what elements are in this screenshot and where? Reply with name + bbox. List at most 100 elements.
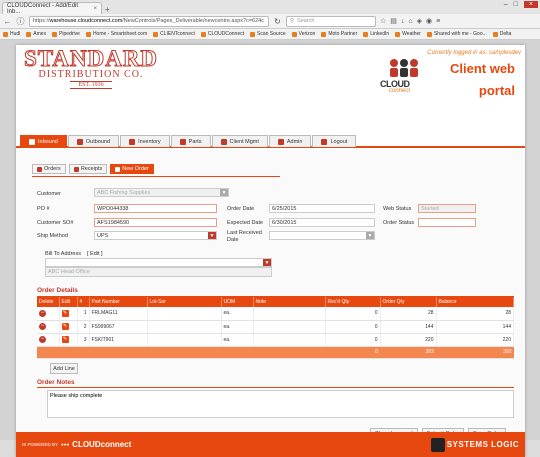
table-header: Delete Edit # Part Number Lot-Ser UOM No… xyxy=(37,297,514,307)
web-status-label: Web Status xyxy=(383,206,412,212)
bookmark-icon xyxy=(321,31,327,37)
order-notes-input[interactable]: Please ship complete xyxy=(47,390,514,418)
bookmark-icon xyxy=(363,31,369,37)
inbound-icon xyxy=(29,138,35,145)
people-icon: ●●● xyxy=(61,442,70,447)
nav-tab-inventory[interactable]: Inventory xyxy=(120,135,170,147)
po-input[interactable]: WPO044338 xyxy=(94,204,217,213)
bookmark-item[interactable]: Weather xyxy=(395,31,421,37)
customer-select[interactable]: ABC Fishing Supplies ▼ xyxy=(94,188,229,197)
tab-title: CLOUDConnect - Add/Edit Inb... xyxy=(7,2,79,15)
bookmark-item[interactable]: CLIENTconnect xyxy=(153,31,195,37)
portal-line2: portal xyxy=(478,83,515,98)
subtab-orders[interactable]: Orders xyxy=(32,164,66,174)
bill-to-address: ABC Head Office xyxy=(45,267,272,277)
delete-icon[interactable]: − xyxy=(39,309,46,317)
bookmark-item[interactable]: Shared with me - Goo... xyxy=(426,31,487,37)
subtab-receipts[interactable]: Receipts xyxy=(68,164,108,174)
edit-icon[interactable]: ✎ xyxy=(61,323,69,330)
last-received-select[interactable]: ▼ xyxy=(269,231,375,240)
menu-icon[interactable]: ≡ xyxy=(436,18,440,25)
col-uom: UOM xyxy=(221,297,254,307)
edit-icon[interactable]: ✎ xyxy=(61,309,69,317)
powered-by-text: IS POWERED BY xyxy=(22,442,59,447)
row-recd: 0 xyxy=(325,307,381,321)
close-window-icon[interactable]: × xyxy=(523,1,538,8)
order-details-table: Delete Edit # Part Number Lot-Ser UOM No… xyxy=(37,297,514,359)
window-controls: – □ × xyxy=(504,1,538,8)
row-lot xyxy=(147,320,222,334)
bookmark-item[interactable]: LinkedIn xyxy=(363,31,389,37)
bill-to-select[interactable]: ▼ xyxy=(45,258,272,267)
po-label: PO # xyxy=(37,206,50,212)
bookmark-icon xyxy=(85,31,91,37)
expected-date-input[interactable]: 6/30/2015 xyxy=(269,218,375,227)
order-status-input[interactable] xyxy=(418,218,476,227)
last-received-label: Last Received Date xyxy=(227,230,262,243)
bookmark-item[interactable]: Pipedrive xyxy=(52,31,80,37)
bookmark-item[interactable]: Hudl xyxy=(3,31,20,37)
bookmark-icon xyxy=(153,31,159,37)
bookmark-icon xyxy=(3,31,8,37)
customer-so-input[interactable]: AFS1984590 xyxy=(94,218,217,227)
col-delete: Delete xyxy=(37,297,60,307)
browser-tab[interactable]: CLOUDConnect - Add/Edit Inb... × xyxy=(2,2,102,15)
nav-tab-outbound[interactable]: Outbound xyxy=(67,135,120,147)
bookmark-icon xyxy=(291,31,297,37)
star-icon[interactable]: ☆ xyxy=(380,17,386,25)
maximize-icon[interactable]: □ xyxy=(514,1,518,8)
delete-icon[interactable]: − xyxy=(39,323,46,330)
table-row: − ✎ 2 FS999067 ea. 0 144 144 xyxy=(37,320,514,334)
delete-icon[interactable]: − xyxy=(39,336,46,343)
portal-line1: Client web xyxy=(449,61,515,76)
edit-icon[interactable]: ✎ xyxy=(61,336,69,343)
bookmark-item[interactable]: Moto Partner xyxy=(321,31,357,37)
main-content: Orders Receipts New Order Customer ABC F… xyxy=(16,150,525,439)
download-icon[interactable]: ↓ xyxy=(401,18,405,25)
ship-method-select[interactable]: UPS ▼ xyxy=(94,231,217,240)
address-toolbar: ← ⓘ https://warehouse.cloudconnect.com/N… xyxy=(0,14,540,29)
standard-distribution-logo[interactable]: STANDARD DISTRIBUTION CO. EST. 1936 xyxy=(20,47,162,89)
order-status-label: Order Status xyxy=(383,220,415,226)
bookmark-item[interactable]: Delta xyxy=(492,31,511,37)
minimize-icon[interactable]: – xyxy=(504,1,508,8)
powered-by: IS POWERED BY ●●● CLOUDconnect xyxy=(22,440,131,449)
url-bar[interactable]: https://warehouse.cloudconnect.com/NewCo… xyxy=(29,15,269,27)
pocket-icon[interactable]: ◈ xyxy=(417,17,422,25)
subtabs: Orders Receipts New Order xyxy=(32,164,154,174)
bookmark-item[interactable]: Scan Source xyxy=(250,31,286,37)
add-line-button[interactable]: Add Line xyxy=(50,363,78,374)
row-balance: 144 xyxy=(436,320,514,334)
reader-icon[interactable]: ▤ xyxy=(390,17,397,25)
info-icon[interactable]: ⓘ xyxy=(16,16,25,27)
bookmark-icon xyxy=(26,31,32,37)
bookmark-item[interactable]: Amex xyxy=(26,31,46,37)
home-icon[interactable]: ⌂ xyxy=(408,18,412,25)
inventory-icon xyxy=(129,138,136,145)
chevron-down-icon: ▼ xyxy=(220,189,228,196)
subtab-new-order[interactable]: New Order xyxy=(110,164,154,174)
reload-icon[interactable]: ↻ xyxy=(273,17,282,26)
bill-to-edit-link[interactable]: [ Edit ] xyxy=(87,251,103,257)
ship-method-label: Ship Method xyxy=(37,233,68,239)
row-uom: ea. xyxy=(221,307,254,321)
nav-tab-logout[interactable]: Logout xyxy=(312,135,357,147)
new-tab-icon[interactable]: + xyxy=(105,5,110,14)
bookmark-item[interactable]: Verizon xyxy=(291,31,315,37)
nav-tab-client-mgmt[interactable]: Client Mgmt xyxy=(211,135,268,147)
back-icon[interactable]: ← xyxy=(3,17,12,26)
search-input[interactable]: ⚲ Search xyxy=(286,15,376,27)
nav-tab-admin[interactable]: Admin xyxy=(268,135,312,147)
web-status-input[interactable]: Started xyxy=(418,204,476,213)
bookmark-item[interactable]: CLOUDConnect xyxy=(200,31,244,37)
nav-tab-inbound[interactable]: Inbound xyxy=(20,135,67,147)
row-lot xyxy=(147,333,222,347)
systems-logic-icon xyxy=(430,437,445,452)
row-recd: 0 xyxy=(325,333,381,347)
page-background: STANDARD DISTRIBUTION CO. EST. 1936 Curr… xyxy=(0,40,540,457)
tab-close-icon[interactable]: × xyxy=(93,6,97,12)
nav-tab-parts[interactable]: Parts xyxy=(170,135,211,147)
bookmark-item[interactable]: Home - Smartsheet.com xyxy=(85,31,147,37)
extension-icon[interactable]: ◉ xyxy=(426,17,432,25)
order-date-input[interactable]: 6/25/2015 xyxy=(269,204,375,213)
